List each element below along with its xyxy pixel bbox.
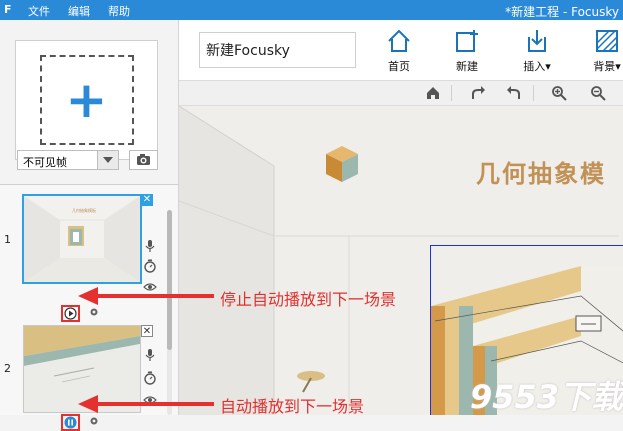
app-logo: F bbox=[4, 3, 12, 16]
slide-number: 1 bbox=[4, 233, 11, 246]
home-button-label: 首页 bbox=[388, 60, 410, 73]
home-button[interactable]: 首页 bbox=[369, 28, 429, 78]
camera-button[interactable] bbox=[129, 150, 158, 170]
menu-help[interactable]: 帮助 bbox=[108, 3, 130, 19]
gear-icon[interactable] bbox=[88, 415, 100, 427]
timer-icon[interactable] bbox=[143, 259, 157, 273]
editing-canvas[interactable]: 几何抽象模 bbox=[179, 106, 623, 415]
title-bar: F 文件 编辑 帮助 *新建工程 - Focusky bbox=[0, 0, 623, 20]
background-icon bbox=[596, 30, 618, 52]
home-small-icon[interactable] bbox=[425, 85, 441, 101]
slide-thumbnail-2[interactable] bbox=[23, 325, 141, 413]
pause-icon[interactable] bbox=[64, 416, 77, 429]
main-toolbar: 首页 新建 插入▾ 背景▾ bbox=[179, 20, 623, 81]
delete-slide-1-button[interactable]: ✕ bbox=[141, 194, 153, 206]
gear-icon[interactable] bbox=[88, 306, 100, 318]
separator bbox=[451, 85, 452, 101]
play-icon[interactable] bbox=[64, 307, 77, 320]
add-frame-button[interactable]: + bbox=[15, 40, 158, 160]
new-button-label: 新建 bbox=[456, 60, 478, 73]
separator bbox=[533, 85, 534, 101]
annotation-stop-autoplay: 停止自动播放到下一场景 bbox=[220, 290, 397, 309]
menu-file[interactable]: 文件 bbox=[28, 3, 50, 19]
background-button-label: 背景▾ bbox=[593, 60, 621, 73]
redo-icon[interactable] bbox=[470, 85, 486, 101]
microphone-icon[interactable] bbox=[143, 348, 157, 362]
eye-icon[interactable] bbox=[143, 280, 157, 294]
plus-icon: + bbox=[65, 71, 108, 129]
frame-visibility-select[interactable]: 不可见帧 bbox=[17, 150, 119, 170]
slide-number: 2 bbox=[4, 362, 11, 375]
undo-icon[interactable] bbox=[506, 85, 522, 101]
canvas-title: 几何抽象模 bbox=[476, 160, 606, 188]
delete-slide-2-button[interactable]: ✕ bbox=[141, 325, 153, 337]
background-button[interactable]: 背景▾ bbox=[577, 28, 623, 78]
window-title: *新建工程 - Focusky bbox=[505, 5, 619, 19]
menu-edit[interactable]: 编辑 bbox=[68, 3, 90, 19]
insert-button-label: 插入▾ bbox=[523, 60, 551, 73]
watermark: 9553下载 bbox=[470, 378, 623, 416]
new-icon bbox=[456, 30, 478, 52]
new-button[interactable]: 新建 bbox=[437, 28, 497, 78]
slide-list-scrollbar-thumb[interactable] bbox=[167, 210, 172, 350]
chevron-down-icon[interactable] bbox=[97, 151, 118, 169]
timer-icon[interactable] bbox=[143, 371, 157, 385]
frame-visibility-value: 不可见帧 bbox=[23, 156, 67, 169]
slide-1-title: 几何抽象模板 bbox=[72, 208, 96, 213]
eye-icon[interactable] bbox=[143, 393, 157, 407]
slide-2-preview bbox=[24, 326, 140, 412]
left-panel: + 不可见帧 1 几何抽象模板 ✕ 2 ✕ bbox=[0, 20, 179, 431]
annotation-autoplay: 自动播放到下一场景 bbox=[220, 397, 365, 416]
zoom-out-icon[interactable] bbox=[590, 85, 606, 101]
home-icon bbox=[388, 29, 410, 52]
slide-list: 1 几何抽象模板 ✕ 2 ✕ bbox=[0, 185, 178, 431]
insert-button[interactable]: 插入▾ bbox=[507, 28, 567, 78]
insert-icon bbox=[528, 30, 546, 52]
project-title-input[interactable] bbox=[199, 32, 356, 68]
camera-icon bbox=[137, 154, 150, 165]
microphone-icon[interactable] bbox=[143, 239, 157, 253]
zoom-in-icon[interactable] bbox=[551, 85, 567, 101]
slide-thumbnail-1[interactable]: 几何抽象模板 bbox=[22, 194, 142, 284]
canvas-toolbar bbox=[179, 81, 623, 106]
